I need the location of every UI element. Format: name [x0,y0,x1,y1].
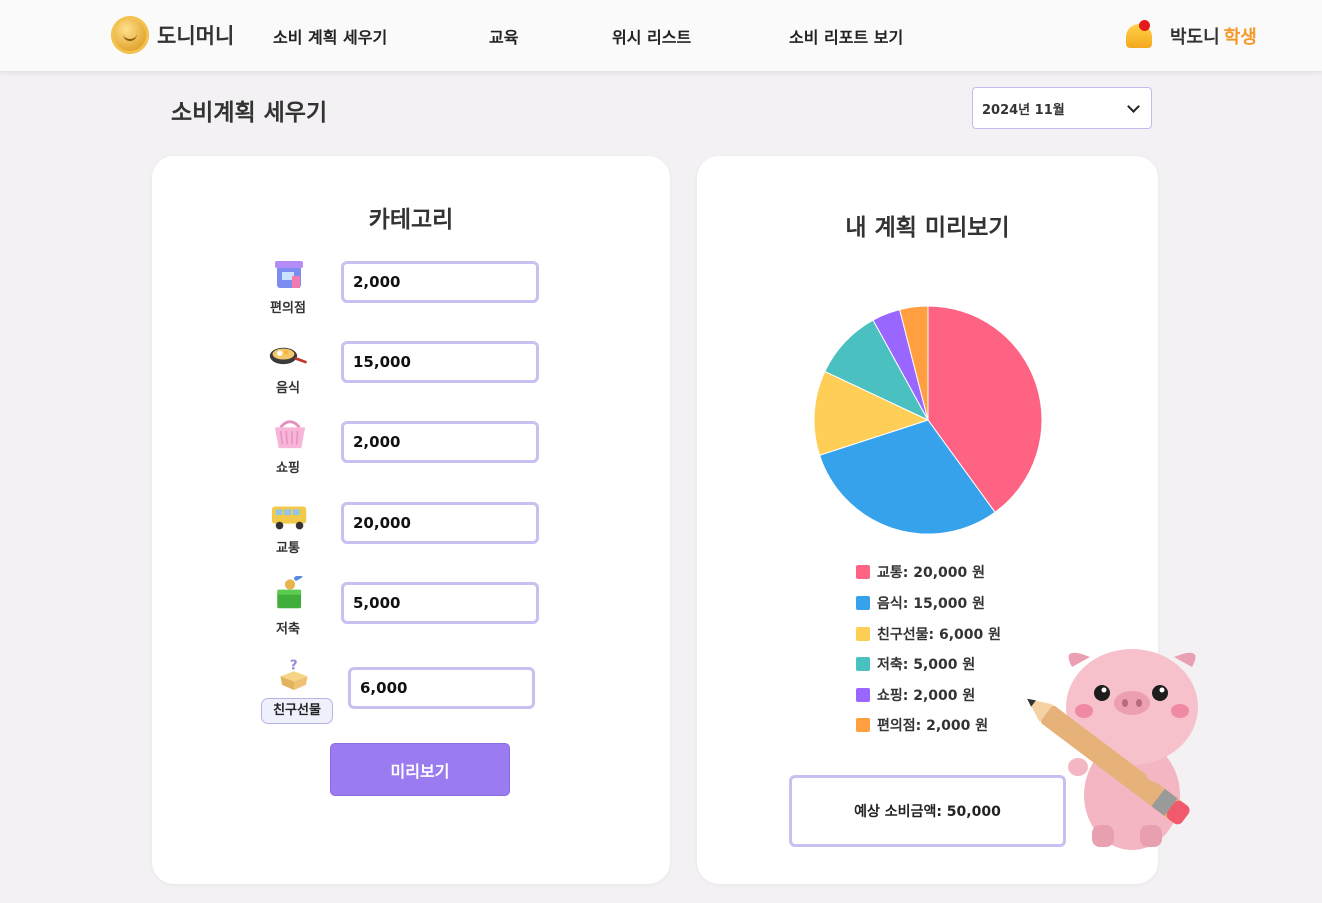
legend-swatch [856,596,870,610]
legend-item: 쇼핑: 2,000 원 [856,686,975,704]
top-navigation-bar: 도니머니 소비 계획 세우기 교육 위시 리스트 소비 리포트 보기 박도니 학생 [0,0,1322,71]
legend-item: 편의점: 2,000 원 [856,716,988,734]
user-profile[interactable]: 박도니 학생 [1170,23,1257,49]
legend-swatch [856,718,870,732]
legend-swatch [856,627,870,641]
category-label: 음식 [276,381,300,396]
piggy-bank-box-icon [277,576,303,609]
amount-input-convenience-store[interactable]: 2,000 [341,261,539,303]
category-label: 저축 [276,622,300,637]
coin-logo-icon [111,16,149,54]
nav-item-spending-plan[interactable]: 소비 계획 세우기 [273,24,387,48]
legend-label: 음식: 15,000 원 [877,596,986,612]
legend-item: 음식: 15,000 원 [856,594,985,612]
user-name: 박도니 [1170,27,1220,48]
logo-text: 도니머니 [157,24,235,48]
svg-text:?: ? [290,658,298,674]
nav-item-wish-list[interactable]: 위시 리스트 [612,24,691,48]
amount-input-shopping[interactable]: 2,000 [341,421,539,463]
amount-input-savings[interactable]: 5,000 [341,582,539,624]
legend-label: 친구선물: 6,000 원 [877,627,1002,643]
legend-label: 쇼핑: 2,000 원 [877,688,976,704]
amount-input-friend-gift[interactable]: 6,000 [348,667,535,709]
legend-swatch [856,688,870,702]
frying-pan-icon [269,347,307,365]
amount-input-food[interactable]: 15,000 [341,341,539,383]
logo[interactable]: 도니머니 [111,16,234,54]
nav-item-education[interactable]: 교육 [489,24,518,48]
pig-mascot-icon [1027,649,1198,850]
category-label: 편의점 [270,301,306,316]
custom-category-name-input[interactable]: 친구선물 [261,698,333,724]
legend-item: 교통: 20,000 원 [856,563,985,581]
legend-item: 저축: 5,000 원 [856,655,975,673]
notification-bell-icon[interactable] [1124,20,1156,52]
category-card-title: 카테고리 [368,207,454,233]
category-label: 쇼핑 [276,461,300,476]
user-role: 학생 [1223,27,1257,48]
month-select[interactable]: 2024년 11월 [972,87,1152,129]
legend-swatch [856,565,870,579]
amount-input-transport[interactable]: 20,000 [341,502,539,544]
legend-label: 편의점: 2,000 원 [877,718,989,734]
month-select-value: 2024년 11월 [982,102,1065,118]
spending-pie-chart [814,306,1042,534]
legend-label: 저축: 5,000 원 [877,657,976,673]
legend-swatch [856,657,870,671]
legend-label: 교통: 20,000 원 [877,565,986,581]
bus-icon [271,506,307,530]
category-label: 교통 [276,541,300,556]
shopping-basket-icon [274,420,306,449]
legend-item: 친구선물: 6,000 원 [856,625,1001,643]
expected-total-text: 예상 소비금액: 50,000 [854,804,1001,820]
mystery-box-icon: ? [280,658,308,690]
preview-button[interactable]: 미리보기 [330,743,510,796]
page-title: 소비계획 세우기 [171,100,328,126]
store-icon [275,261,303,288]
chevron-down-icon [1127,99,1140,113]
nav-item-spending-report[interactable]: 소비 리포트 보기 [789,24,903,48]
plan-preview-title: 내 계획 미리보기 [845,215,1010,241]
